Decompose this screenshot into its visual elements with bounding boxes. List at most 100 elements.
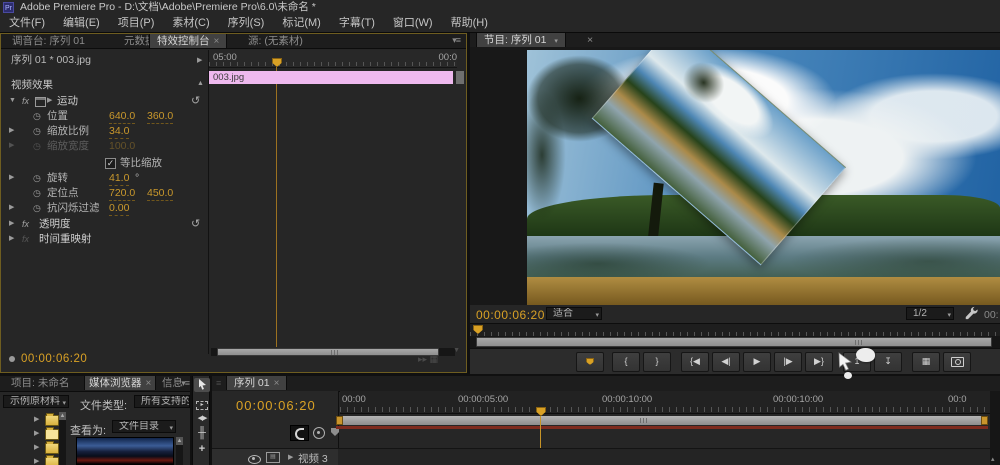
column-divider[interactable]	[208, 50, 209, 354]
timeline-playhead-marker[interactable]	[536, 407, 546, 416]
menu-window[interactable]: 窗口(W)	[384, 15, 442, 32]
work-area-grip[interactable]	[640, 418, 648, 423]
chevron-right-icon[interactable]: ▶	[9, 171, 14, 185]
scroll-up-icon[interactable]: ▲	[176, 437, 183, 445]
antiflicker-value[interactable]: 0.00	[109, 201, 129, 216]
tree-item[interactable]: ▶	[0, 412, 56, 425]
checkbox-checked-icon[interactable]: ✓	[105, 158, 116, 169]
chevron-right-icon[interactable]: ▶	[34, 415, 39, 423]
tab-sequence-01[interactable]: 序列 01×	[226, 376, 287, 390]
position-x-value[interactable]: 640.0	[109, 109, 135, 124]
tab-audio-mixer[interactable]: 调音台: 序列 01	[5, 34, 92, 48]
timeline-view-toggle-icon[interactable]: ▶	[197, 56, 202, 64]
track-content-video3[interactable]	[338, 448, 990, 465]
step-back-button[interactable]: ◀|	[712, 352, 740, 372]
media-thumbnail[interactable]	[76, 437, 174, 465]
ripple-edit-tool[interactable]: ◀▶	[194, 412, 210, 426]
tree-item[interactable]: ▶	[0, 454, 56, 465]
chevron-right-icon[interactable]: ▶	[9, 232, 14, 246]
chevron-right-icon[interactable]: ▶	[34, 457, 39, 465]
close-icon[interactable]: ×	[214, 36, 220, 47]
stopwatch-icon[interactable]: ◷	[33, 171, 41, 185]
effect-mini-ruler[interactable]: 05:00 00:0	[209, 50, 457, 68]
close-icon[interactable]: ×	[146, 378, 152, 389]
anchor-x-value[interactable]: 720.0	[109, 186, 135, 201]
anchor-y-value[interactable]: 450.0	[147, 186, 173, 201]
playback-resolution-select[interactable]: 1/2 ▾	[906, 307, 954, 320]
zoom-level-select[interactable]: 适合 ▾	[546, 307, 602, 320]
step-forward-button[interactable]: |▶	[774, 352, 802, 372]
tab-project[interactable]: 项目: 未命名	[4, 376, 76, 390]
thumb-vscroll[interactable]: ▲	[176, 437, 183, 465]
effect-vscroll-thumb[interactable]	[456, 71, 464, 84]
chevron-down-icon[interactable]: ▾	[554, 38, 558, 45]
chevron-right-icon[interactable]: ▶	[9, 124, 14, 138]
go-to-out-button[interactable]: ▶}	[805, 352, 833, 372]
position-y-value[interactable]: 360.0	[147, 109, 173, 124]
reset-icon[interactable]: ↺	[191, 217, 200, 231]
scroll-down-icon[interactable]: ▼	[453, 347, 460, 354]
rolling-edit-tool[interactable]: ╫	[194, 426, 210, 440]
tab-effect-controls[interactable]: 特效控制台×	[149, 34, 227, 48]
menu-edit[interactable]: 编辑(E)	[54, 15, 109, 32]
work-area-start-handle[interactable]	[336, 416, 343, 425]
clip-bar[interactable]: 003.jpg	[209, 71, 453, 84]
close-icon[interactable]: ×	[580, 33, 600, 47]
stopwatch-icon[interactable]: ◷	[33, 186, 41, 200]
track-thumbnail-icon[interactable]: ▤	[266, 452, 280, 463]
work-area-bar[interactable]	[340, 416, 984, 425]
program-video-frame[interactable]	[527, 50, 1000, 305]
menu-file[interactable]: 文件(F)	[0, 15, 54, 32]
chevron-right-icon[interactable]: ▶	[9, 201, 14, 215]
add-marker-button[interactable]	[576, 352, 604, 372]
rotation-value[interactable]: 41.0	[109, 171, 129, 186]
view-as-select[interactable]: 文件目录 ▾	[112, 420, 176, 433]
scroll-up-icon[interactable]: ▴	[991, 455, 995, 463]
scale-value[interactable]: 34.0	[109, 124, 129, 139]
menu-sequence[interactable]: 序列(S)	[219, 15, 274, 32]
multicam-button[interactable]: ▦	[912, 352, 940, 372]
timeline-vscroll[interactable]: ▴	[990, 391, 1000, 465]
mark-out-button[interactable]: }	[643, 352, 671, 372]
mark-in-button[interactable]: {	[612, 352, 640, 372]
chevron-right-icon[interactable]: ▶	[9, 217, 14, 231]
stopwatch-icon[interactable]: ◷	[33, 109, 41, 123]
play-button[interactable]: ▶	[743, 352, 771, 372]
chevron-right-icon[interactable]: ▶	[34, 429, 39, 437]
panel-menu-icon[interactable]: ▾≡	[452, 35, 460, 46]
program-hscroll-track[interactable]	[470, 336, 1000, 348]
close-icon[interactable]: ×	[274, 378, 280, 389]
reset-icon[interactable]: ↺	[191, 94, 200, 108]
tab-media-browser[interactable]: 媒体浏览器×	[84, 376, 156, 390]
program-mini-timeline[interactable]	[470, 323, 1000, 337]
menu-clip[interactable]: 素材(C)	[163, 15, 218, 32]
program-hscroll-thumb[interactable]	[476, 337, 992, 347]
stopwatch-icon[interactable]: ◷	[33, 201, 41, 215]
chevron-right-icon[interactable]: ▶	[288, 453, 293, 461]
toggle-track-output[interactable]	[248, 453, 261, 465]
panel-menu-icon[interactable]: ▾≡	[181, 378, 189, 389]
chevron-right-icon[interactable]: ▶	[34, 443, 39, 451]
wrench-icon[interactable]	[964, 306, 978, 320]
collapse-section-icon[interactable]: ▲	[197, 80, 204, 87]
tab-program[interactable]: 节目: 序列 01 ▾	[476, 33, 566, 47]
go-to-in-button[interactable]: {◀	[681, 352, 709, 372]
lift-button[interactable]: ↥	[843, 352, 871, 372]
track-select-tool[interactable]: ▸	[194, 396, 210, 410]
effect-panel-timecode[interactable]: 00:00:06:20	[21, 353, 87, 365]
chapter-marker-button[interactable]	[313, 427, 325, 439]
tree-item[interactable]: ▶	[0, 440, 56, 453]
rate-stretch-tool[interactable]: +	[194, 442, 210, 456]
track-label[interactable]: 视频 3	[298, 451, 328, 465]
effect-hscroll-thumb[interactable]	[217, 348, 439, 356]
work-area-end-handle[interactable]	[981, 416, 988, 425]
tree-vscroll[interactable]: ▲	[59, 412, 66, 465]
menu-project[interactable]: 项目(P)	[109, 15, 164, 32]
stopwatch-icon[interactable]: ◷	[33, 124, 41, 138]
timeline-ruler[interactable]: 00:00 00:00:05:00 00:00:10:00 00:00:10:0…	[340, 391, 990, 414]
menu-help[interactable]: 帮助(H)	[442, 15, 497, 32]
extract-button[interactable]: ↧	[874, 352, 902, 372]
menu-title[interactable]: 字幕(T)	[330, 15, 384, 32]
timeline-timecode[interactable]: 00:00:06:20	[236, 398, 316, 413]
export-frame-button[interactable]	[943, 352, 971, 372]
